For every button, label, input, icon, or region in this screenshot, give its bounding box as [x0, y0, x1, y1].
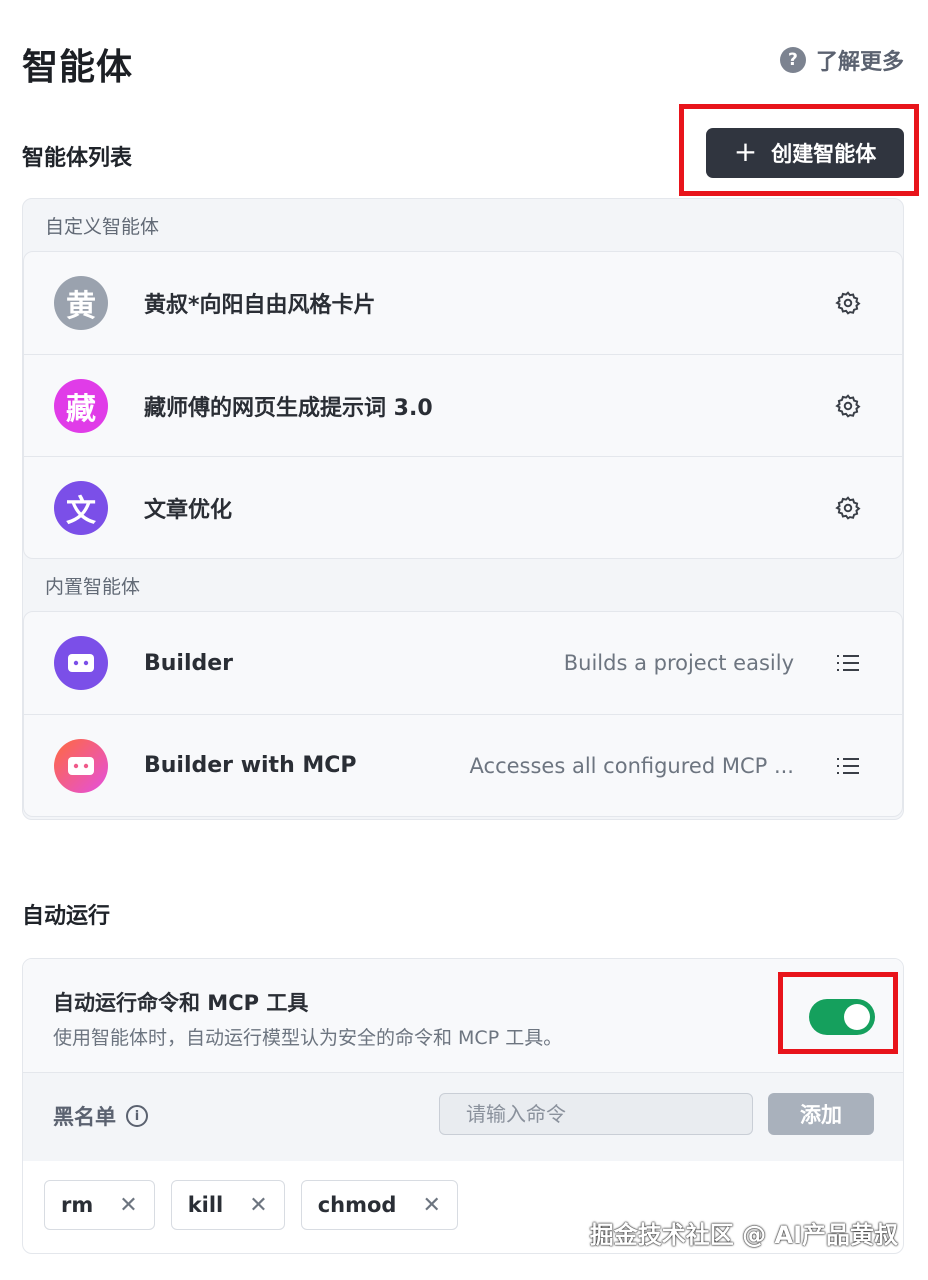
add-button[interactable]: 添加 [768, 1093, 874, 1135]
builtin-agents-label: 内置智能体 [45, 575, 141, 598]
custom-agents-card: 黄 黄叔*向阳自由风格卡片 藏 藏师傅的网页生成提示词 3.0 文 文章优化 [23, 251, 903, 559]
avatar: 藏 [54, 378, 108, 433]
avatar: 文 [54, 480, 108, 535]
toggle-knob [844, 1004, 870, 1030]
close-icon[interactable]: ✕ [249, 1193, 267, 1218]
tag-label: kill [187, 1193, 224, 1217]
page-title: 智能体 [22, 47, 134, 88]
blacklist-tag: rm ✕ [44, 1180, 155, 1230]
agent-name: Builder [144, 650, 234, 676]
blacklist-label: 黑名单 i [53, 1101, 148, 1131]
list-icon[interactable] [834, 752, 862, 780]
gear-icon[interactable] [834, 289, 862, 317]
agent-name: 文章优化 [144, 497, 233, 523]
tag-label: rm [61, 1193, 94, 1217]
list-item[interactable]: Builder with MCP Accesses all configured… [24, 714, 902, 816]
blacklist-label-text: 黑名单 [53, 1105, 116, 1129]
learn-more-label: 了解更多 [815, 50, 904, 75]
agent-description: Builds a project easily [563, 651, 794, 675]
list-item[interactable]: Builder Builds a project easily [24, 612, 902, 714]
list-icon[interactable] [834, 649, 862, 677]
auto-run-toggle[interactable] [809, 999, 875, 1035]
list-item[interactable]: 黄 黄叔*向阳自由风格卡片 [24, 252, 902, 354]
list-item[interactable]: 文 文章优化 [24, 456, 902, 558]
create-agent-button[interactable]: + 创建智能体 [706, 128, 904, 178]
close-icon[interactable]: ✕ [119, 1193, 137, 1218]
close-icon[interactable]: ✕ [422, 1193, 440, 1218]
blacklist-tags: rm ✕ kill ✕ chmod ✕ [44, 1180, 458, 1230]
robot-icon [54, 738, 108, 793]
agent-name: 黄叔*向阳自由风格卡片 [144, 293, 376, 318]
builtin-agents-card: Builder Builds a project easily Builder … [23, 611, 903, 817]
info-icon[interactable]: i [126, 1105, 148, 1127]
agent-list-title: 智能体列表 [22, 146, 133, 171]
agent-name: 藏师傅的网页生成提示词 3.0 [144, 395, 433, 421]
auto-run-title: 自动运行命令和 MCP 工具 [53, 991, 309, 1015]
plus-icon: + [733, 134, 758, 168]
list-item[interactable]: 藏 藏师傅的网页生成提示词 3.0 [24, 354, 902, 456]
custom-agents-label: 自定义智能体 [45, 215, 160, 238]
blacklist-row: 黑名单 i 添加 [23, 1073, 903, 1161]
avatar: 黄 [54, 276, 108, 330]
auto-run-subtitle: 使用智能体时，自动运行模型认为安全的命令和 MCP 工具。 [53, 1027, 563, 1049]
gear-icon[interactable] [834, 494, 862, 522]
tag-label: chmod [317, 1193, 397, 1217]
auto-run-header: 自动运行命令和 MCP 工具 使用智能体时，自动运行模型认为安全的命令和 MCP… [23, 959, 903, 1073]
agent-description: Accesses all configured MCP ... [469, 753, 794, 778]
blacklist-tag: kill ✕ [170, 1180, 285, 1230]
command-input[interactable] [439, 1093, 753, 1135]
robot-icon [54, 636, 108, 690]
agent-list-panel: 自定义智能体 黄 黄叔*向阳自由风格卡片 藏 藏师傅的网页生成提示词 3.0 文… [22, 198, 904, 820]
watermark: 掘金技术社区 @ AI产品黄叔 [589, 1221, 898, 1249]
agent-name: Builder with MCP [144, 753, 357, 778]
learn-more-link[interactable]: ? 了解更多 [779, 44, 904, 76]
blacklist-tag: chmod ✕ [300, 1180, 458, 1230]
auto-run-section-title: 自动运行 [22, 904, 111, 929]
gear-icon[interactable] [834, 392, 862, 420]
create-agent-label: 创建智能体 [771, 142, 877, 166]
help-icon: ? [779, 47, 806, 73]
